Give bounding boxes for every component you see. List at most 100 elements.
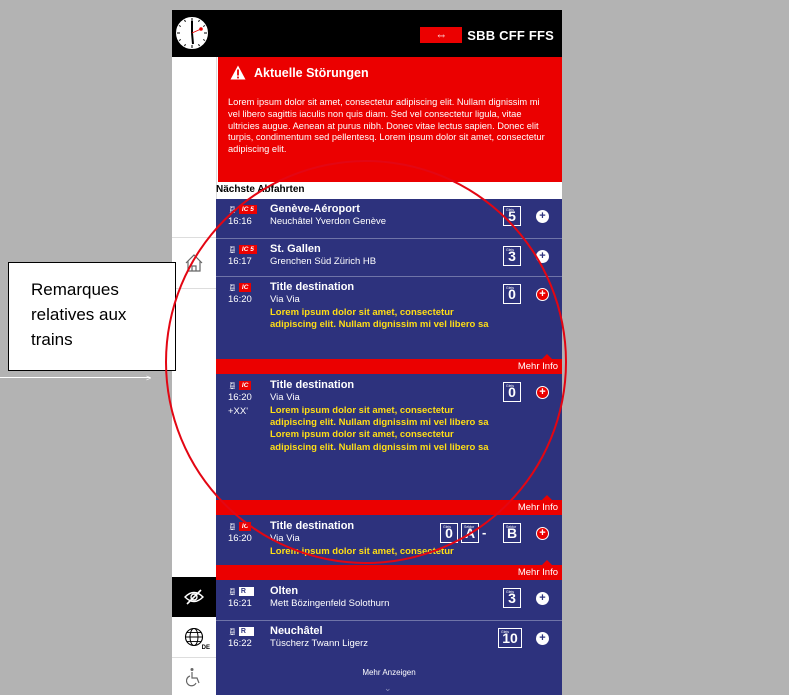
track-number: Gleis 3 [503, 588, 521, 608]
expand-button[interactable]: + [536, 250, 549, 263]
track-number: Gleis 0 [440, 523, 458, 543]
product-badge: 🚆︎ IC [228, 381, 252, 390]
sector-dash: - [482, 525, 487, 540]
alert-header: Aktuelle Störungen [230, 65, 369, 80]
track-number: Gleis 10 [498, 628, 522, 648]
departure-row[interactable]: 🚆︎ IC 5 16:16 Genève-Aéroport Neuchâtel Y… [216, 199, 562, 239]
train-icon: 🚆︎ [228, 382, 237, 390]
departure-time: 16:16 [228, 216, 252, 227]
track-number: Gleis 3 [503, 246, 521, 266]
product-label: IC 5 [238, 205, 257, 214]
product-label: IC 5 [238, 245, 257, 254]
destination: Olten [270, 585, 299, 597]
product-badge: 🚆︎ IC 5 [228, 205, 257, 214]
disruption-alert[interactable]: Aktuelle Störungen Lorem ipsum dolor sit… [218, 57, 562, 182]
sidebar: DE [172, 57, 217, 695]
destination: Title destination [270, 520, 355, 532]
train-icon: 🚆︎ [228, 284, 237, 292]
train-icon: 🚆︎ [228, 588, 237, 596]
expand-button[interactable]: + [536, 592, 549, 605]
destination: Neuchâtel [270, 625, 323, 637]
sbb-logo-mark: ⇔ [420, 27, 463, 43]
product-badge: 🚆︎ IC [228, 283, 252, 292]
departure-row[interactable]: 🚆︎ R 16:21 Olten Mett Bözingenfeld Soloth… [216, 581, 562, 621]
home-icon [185, 254, 203, 272]
notch [542, 495, 552, 500]
top-bar: ⇔ SBB CFF FFS [172, 10, 562, 57]
delay: +XX' [228, 406, 249, 417]
product-badge: 🚆︎ IC [228, 522, 252, 531]
warning-icon [230, 65, 246, 80]
annotation-text: Remarques relatives aux trains [31, 277, 126, 352]
track-number: Gleis 0 [503, 382, 521, 402]
via-stations: Via Via [270, 294, 300, 305]
via-stations: Tüscherz Twann Ligerz [270, 638, 369, 649]
more-info-button[interactable]: Mehr Info [216, 560, 562, 580]
train-icon: 🚆︎ [228, 628, 237, 636]
hide-button[interactable] [172, 577, 216, 617]
product-label: IC [238, 381, 252, 390]
via-stations: Via Via [270, 392, 300, 403]
product-badge: 🚆︎ R [228, 587, 254, 596]
product-label: R [238, 587, 254, 596]
via-stations: Mett Bözingenfeld Solothurn [270, 598, 390, 609]
home-button[interactable] [172, 237, 216, 289]
departure-row[interactable]: 🚆︎ IC 16:20 Title destination Via Via Lor… [216, 516, 562, 565]
expand-button[interactable]: + [536, 386, 549, 399]
next-departures-heading: Nächste Abfahrten [216, 184, 305, 195]
alert-title: Aktuelle Störungen [254, 65, 369, 80]
more-info-button[interactable]: Mehr Info [216, 354, 562, 374]
destination: Title destination [270, 379, 355, 391]
annotation-arrow-head: > [146, 373, 152, 383]
more-info-button[interactable]: Mehr Info [216, 495, 562, 515]
expand-button[interactable]: + [536, 210, 549, 223]
destination: Genève-Aéroport [270, 203, 360, 215]
product-label: IC [238, 283, 252, 292]
product-badge: 🚆︎ R [228, 627, 254, 636]
departure-row[interactable]: 🚆︎ IC 16:20 +XX' Title destination Via Vi… [216, 375, 562, 499]
via-stations: Via Via [270, 533, 300, 544]
sbb-logo-text: SBB CFF FFS [467, 27, 554, 43]
departure-time: 16:22 [228, 638, 252, 649]
expand-button[interactable]: + [536, 288, 549, 301]
annotation-line: relatives aux [31, 305, 127, 324]
departure-time: 16:20 [228, 294, 252, 305]
language-button[interactable]: DE [172, 617, 216, 658]
accessibility-button[interactable] [172, 659, 216, 695]
via-stations: Neuchâtel Yverdon Genève [270, 216, 387, 227]
train-icon: 🚆︎ [228, 246, 237, 254]
product-label: IC [238, 522, 252, 531]
globe-icon [184, 627, 204, 647]
expand-button[interactable]: + [536, 527, 549, 540]
train-icon: 🚆︎ [228, 206, 237, 214]
annotation-box: Remarques relatives aux trains [8, 262, 176, 371]
show-more-button[interactable]: Mehr Anzeigen [216, 668, 562, 677]
wheelchair-icon [186, 668, 200, 687]
product-label: R [238, 627, 254, 636]
app-screen: ⇔ SBB CFF FFS DE Aktuelle Störungen Lore… [172, 10, 562, 695]
departure-board: 🚆︎ IC 5 16:16 Genève-Aéroport Neuchâtel Y… [216, 199, 562, 695]
more-info-label: Mehr Info [517, 502, 558, 513]
train-remark: Lorem ipsum dolor sit amet, consectetur … [270, 405, 489, 453]
departure-time: 16:21 [228, 598, 252, 609]
more-info-label: Mehr Info [517, 567, 558, 578]
annotation-line: Remarques [31, 280, 119, 299]
train-remark: Lorem ipsum dolor sit amet, consectetur … [270, 307, 489, 331]
departure-row[interactable]: 🚆︎ IC 5 16:17 St. Gallen Grenchen Süd Zür… [216, 239, 562, 277]
train-remark: Lorem ipsum dolor sit amet, consectetur [270, 546, 454, 557]
sector-a: Sektor A [461, 523, 479, 543]
sbb-logo: ⇔ SBB CFF FFS [420, 27, 554, 43]
train-icon: 🚆︎ [228, 523, 237, 531]
notch [542, 354, 552, 359]
destination: St. Gallen [270, 243, 321, 255]
chevron-down-icon[interactable]: ⌄ [384, 683, 392, 694]
departure-time: 16:20 [228, 392, 252, 403]
track-number: Gleis 5 [503, 206, 521, 226]
expand-button[interactable]: + [536, 632, 549, 645]
sector-b: Sektor B [503, 523, 521, 543]
departure-row[interactable]: 🚆︎ IC 16:20 Title destination Via Via Lor… [216, 277, 562, 359]
language-label: DE [201, 645, 210, 651]
main-content: Aktuelle Störungen Lorem ipsum dolor sit… [216, 57, 562, 695]
clock-icon [175, 16, 209, 50]
notch [542, 560, 552, 565]
